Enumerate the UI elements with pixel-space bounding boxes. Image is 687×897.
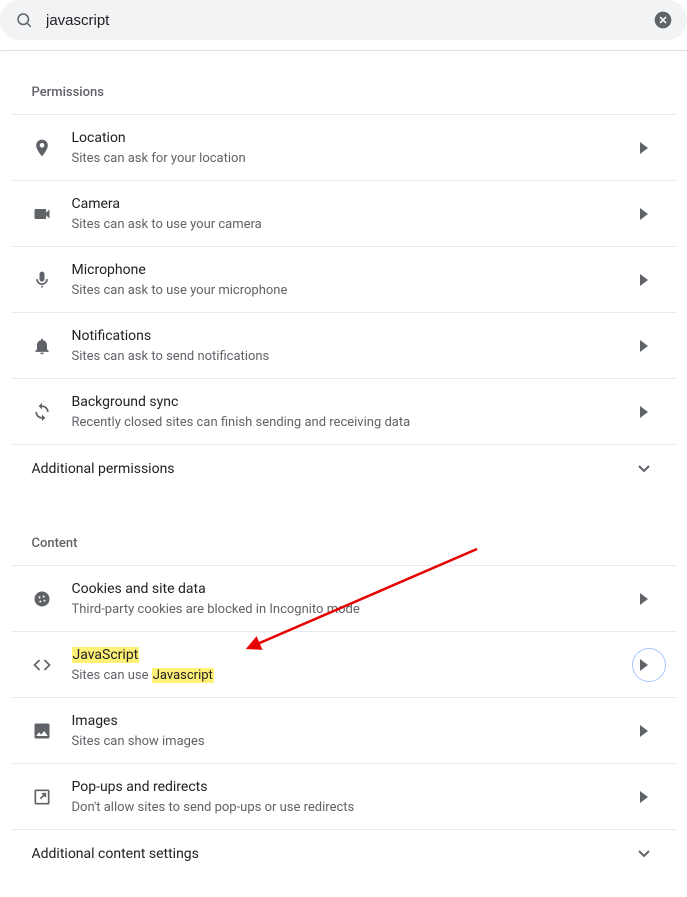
- cookies-title: Cookies and site data: [72, 579, 632, 599]
- chevron-right-icon: [632, 340, 656, 352]
- chevron-right-icon: [632, 208, 656, 220]
- cookies-row[interactable]: Cookies and site data Third-party cookie…: [12, 565, 676, 631]
- cookie-icon: [32, 589, 72, 609]
- chevron-right-icon: [632, 659, 656, 671]
- chevron-right-icon: [632, 406, 656, 418]
- additional-content-row[interactable]: Additional content settings: [12, 829, 676, 877]
- sync-icon: [32, 402, 72, 422]
- background-sync-title: Background sync: [72, 392, 632, 412]
- javascript-subtitle: Sites can use Javascript: [72, 667, 632, 685]
- chevron-right-icon: [632, 142, 656, 154]
- popups-row[interactable]: Pop-ups and redirects Don't allow sites …: [12, 763, 676, 829]
- background-sync-subtitle: Recently closed sites can finish sending…: [72, 414, 632, 432]
- images-title: Images: [72, 711, 632, 731]
- additional-content-label: Additional content settings: [32, 846, 632, 862]
- popups-title: Pop-ups and redirects: [72, 777, 632, 797]
- location-icon: [32, 138, 72, 158]
- javascript-title: JavaScript: [72, 645, 632, 665]
- search-input[interactable]: [34, 12, 653, 29]
- microphone-title: Microphone: [72, 260, 632, 280]
- chevron-right-icon: [632, 274, 656, 286]
- microphone-icon: [32, 270, 72, 290]
- settings-panel: Permissions Location Sites can ask for y…: [12, 51, 676, 897]
- background-sync-row[interactable]: Background sync Recently closed sites ca…: [12, 378, 676, 444]
- notifications-subtitle: Sites can ask to send notifications: [72, 348, 632, 366]
- notifications-title: Notifications: [72, 326, 632, 346]
- images-subtitle: Sites can show images: [72, 733, 632, 751]
- additional-permissions-label: Additional permissions: [32, 461, 632, 477]
- chevron-down-icon: [632, 465, 656, 473]
- permissions-section-title: Permissions: [12, 51, 676, 114]
- microphone-subtitle: Sites can ask to use your microphone: [72, 282, 632, 300]
- image-icon: [32, 721, 72, 741]
- cookies-subtitle: Third-party cookies are blocked in Incog…: [72, 601, 632, 619]
- popup-icon: [32, 787, 72, 807]
- additional-permissions-row[interactable]: Additional permissions: [12, 444, 676, 492]
- bell-icon: [32, 336, 72, 356]
- microphone-row[interactable]: Microphone Sites can ask to use your mic…: [12, 246, 676, 312]
- code-icon: [32, 655, 72, 675]
- popups-subtitle: Don't allow sites to send pop-ups or use…: [72, 799, 632, 817]
- camera-row[interactable]: Camera Sites can ask to use your camera: [12, 180, 676, 246]
- chevron-right-icon: [632, 593, 656, 605]
- chevron-down-icon: [632, 850, 656, 858]
- chevron-right-icon: [632, 725, 656, 737]
- camera-subtitle: Sites can ask to use your camera: [72, 216, 632, 234]
- camera-icon: [32, 204, 72, 224]
- search-bar: [0, 0, 687, 40]
- chevron-right-icon: [632, 791, 656, 803]
- javascript-row[interactable]: JavaScript Sites can use Javascript: [12, 631, 676, 697]
- search-icon: [14, 10, 34, 30]
- camera-title: Camera: [72, 194, 632, 214]
- images-row[interactable]: Images Sites can show images: [12, 697, 676, 763]
- notifications-row[interactable]: Notifications Sites can ask to send noti…: [12, 312, 676, 378]
- location-row[interactable]: Location Sites can ask for your location: [12, 114, 676, 180]
- location-title: Location: [72, 128, 632, 148]
- clear-search-button[interactable]: [653, 10, 673, 30]
- location-subtitle: Sites can ask for your location: [72, 150, 632, 168]
- content-section-title: Content: [12, 492, 676, 565]
